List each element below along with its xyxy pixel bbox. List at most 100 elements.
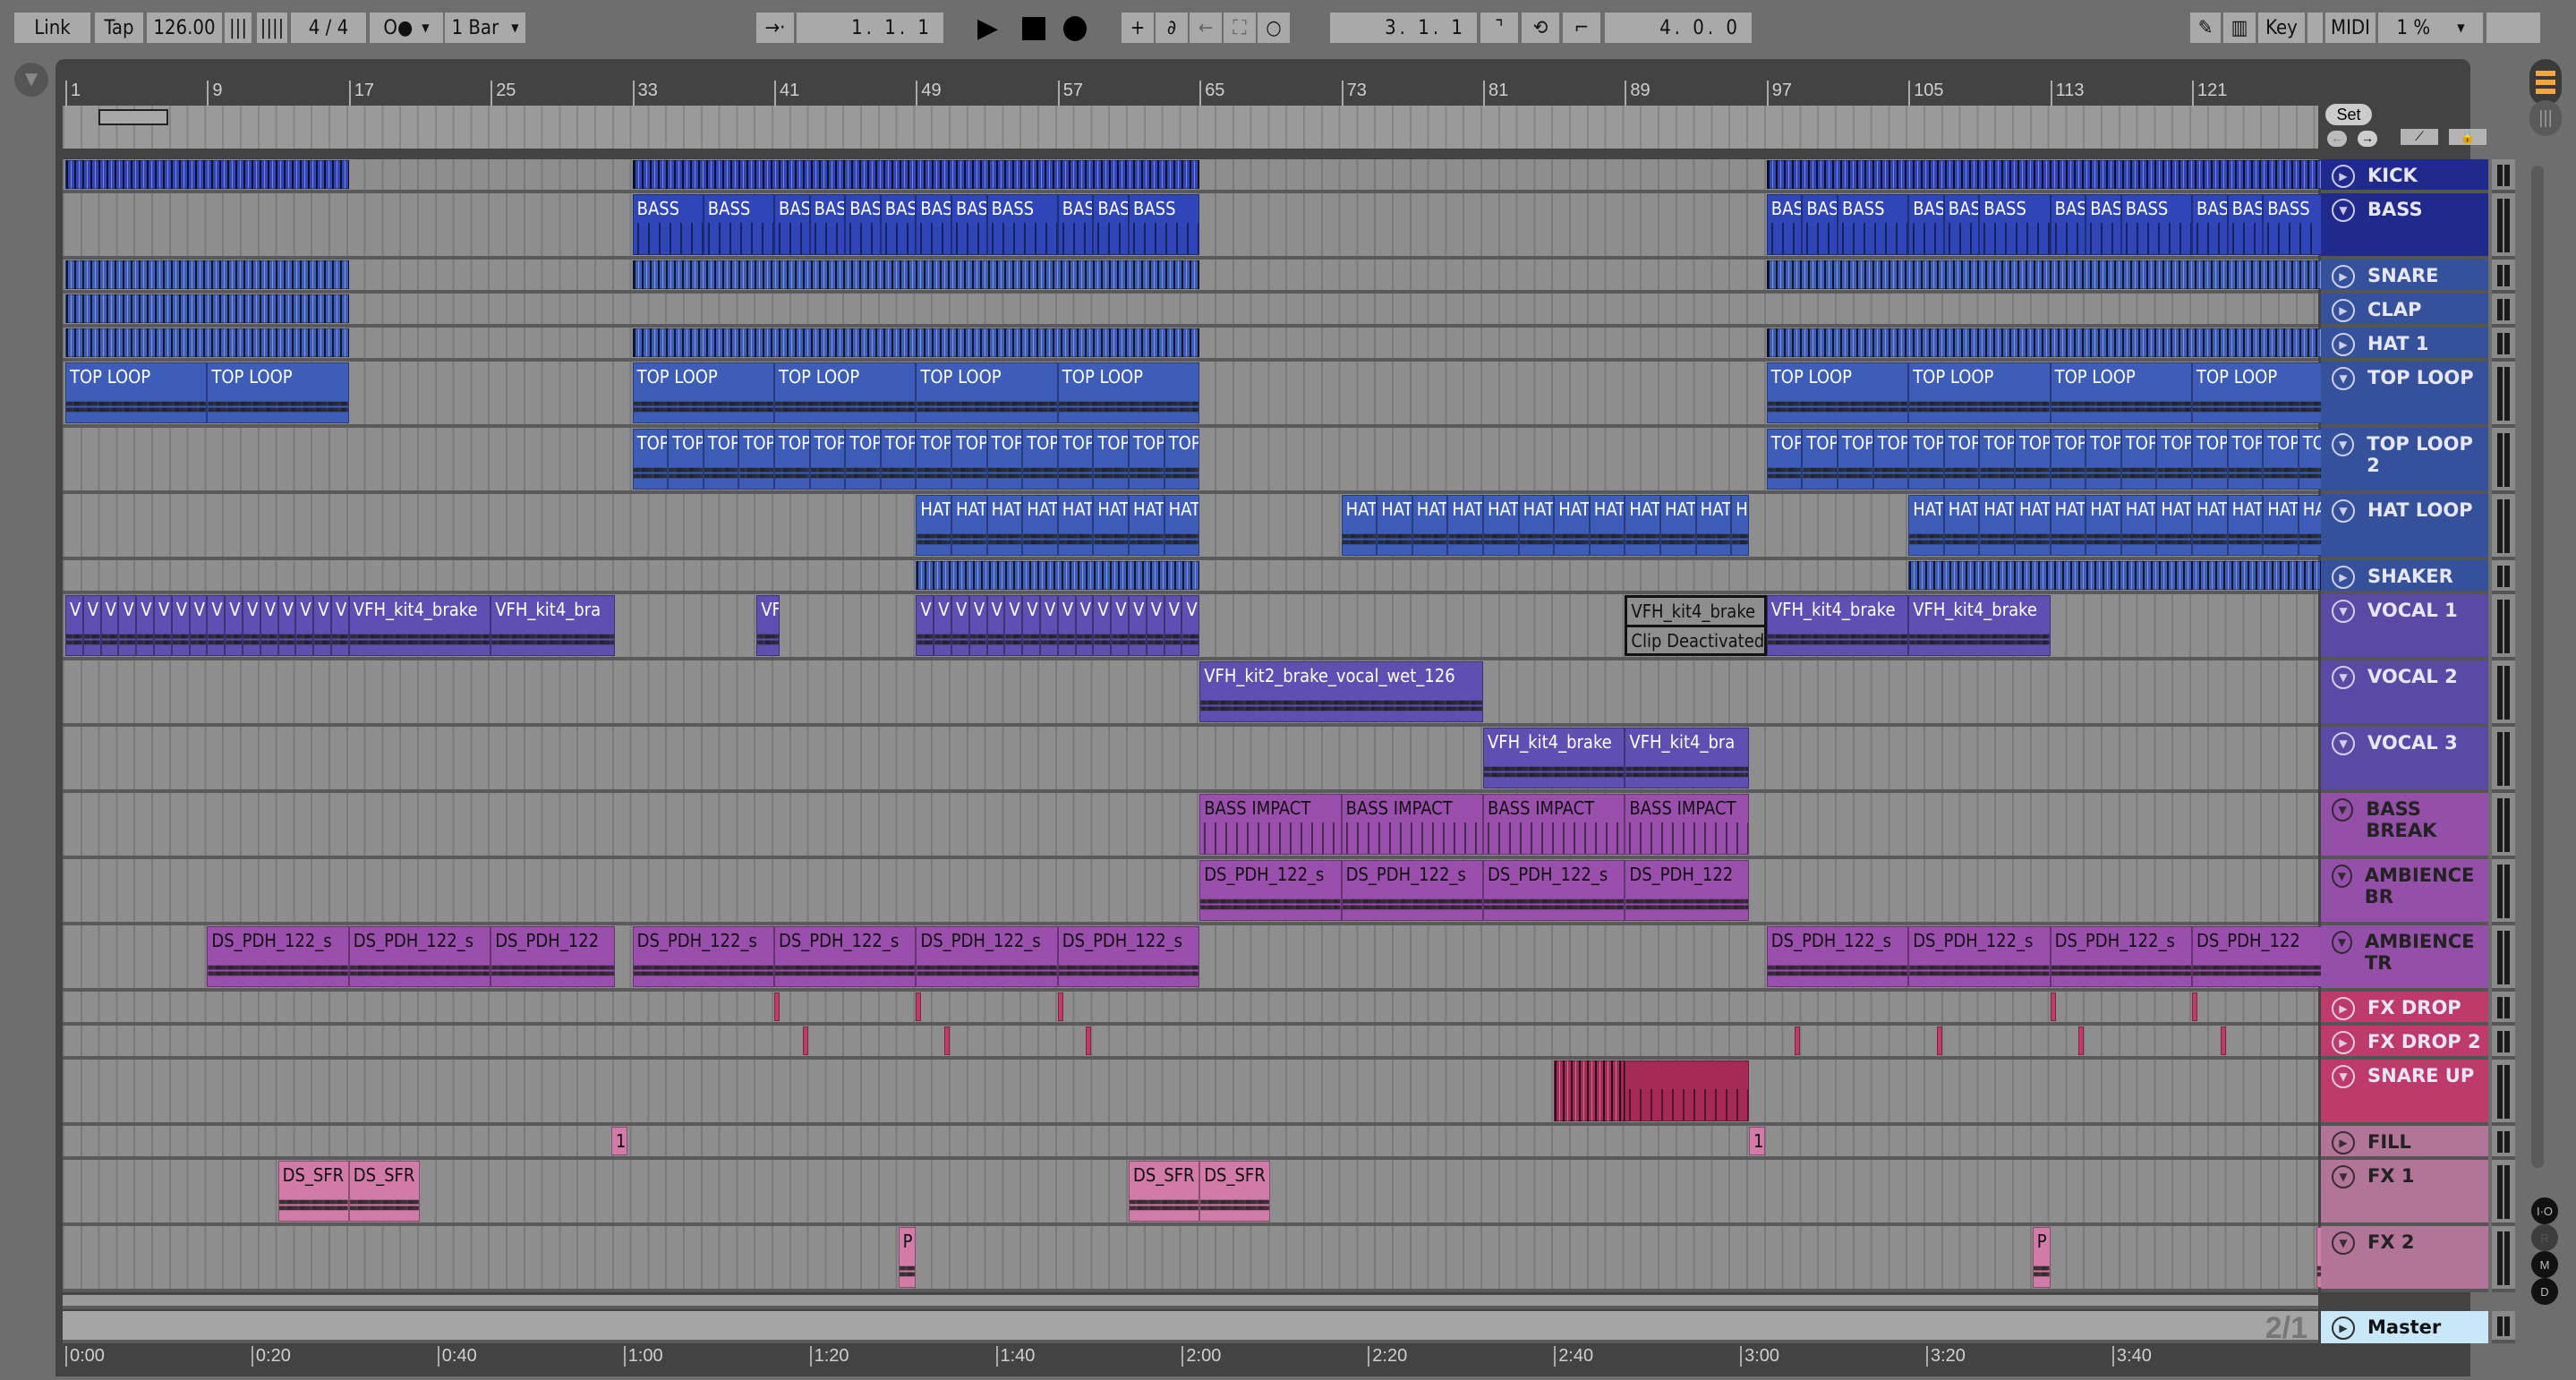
clip[interactable]: HAT bbox=[916, 495, 951, 556]
play-icon[interactable]: ▶ bbox=[2332, 333, 2355, 356]
track-header-ambience-br[interactable]: ▼ AMBIENCE BR bbox=[2321, 859, 2488, 925]
fold-triangle-icon[interactable]: ▼ bbox=[2332, 865, 2352, 888]
clip[interactable]: TOP bbox=[2192, 429, 2228, 490]
track-header-bass[interactable]: ▼ BASS bbox=[2321, 193, 2488, 260]
back-to-arrangement-button[interactable]: ← bbox=[1190, 13, 1222, 43]
fold-triangle-icon[interactable]: ▼ bbox=[2332, 798, 2354, 822]
time-ruler[interactable]: 0:00 0:20 0:40 1:00 1:20 1:40 2:00 2:20 2:40 3:00… bbox=[63, 1344, 2318, 1371]
clip[interactable]: TOP bbox=[668, 429, 704, 490]
play-icon[interactable]: ▶ bbox=[2332, 1031, 2355, 1054]
clip[interactable]: BASS IMPACT bbox=[1483, 794, 1625, 855]
clip[interactable] bbox=[1766, 328, 2334, 357]
clip[interactable] bbox=[65, 160, 349, 189]
clip[interactable]: V bbox=[1164, 595, 1182, 656]
clip[interactable] bbox=[802, 1026, 808, 1055]
clip[interactable]: HAT bbox=[1518, 495, 1555, 556]
clip[interactable]: TOP bbox=[1838, 429, 1873, 490]
clip[interactable] bbox=[1766, 260, 2334, 289]
clip[interactable]: V bbox=[277, 595, 296, 656]
clip[interactable]: TOP bbox=[1129, 429, 1164, 490]
clip[interactable]: BASS bbox=[703, 194, 774, 255]
clip[interactable]: TOP bbox=[986, 429, 1023, 490]
tap-tempo-button[interactable]: Tap bbox=[95, 13, 143, 43]
clip[interactable]: TOP bbox=[1022, 429, 1058, 490]
clip[interactable]: HAT bbox=[1483, 495, 1519, 556]
clip[interactable]: HAT bbox=[1447, 495, 1483, 556]
clip[interactable]: BASS IMPACT bbox=[1199, 794, 1342, 855]
clip[interactable]: BASS bbox=[1766, 194, 1803, 255]
track-header-top-loop-2[interactable]: ▼ TOP LOOP 2 bbox=[2321, 428, 2488, 494]
play-button[interactable]: ▶ bbox=[977, 13, 998, 43]
next-locator-button[interactable]: → bbox=[2358, 131, 2377, 147]
clip[interactable]: TOP bbox=[916, 429, 951, 490]
clip[interactable]: HAT bbox=[1341, 495, 1378, 556]
master-track-header[interactable]: ▶ Master bbox=[2321, 1311, 2488, 1343]
clip[interactable]: VF bbox=[756, 595, 780, 656]
clip[interactable]: BASS bbox=[2086, 194, 2121, 255]
clip[interactable] bbox=[632, 160, 1200, 189]
clip[interactable] bbox=[1554, 1061, 1625, 1121]
play-icon[interactable]: ▶ bbox=[2332, 265, 2355, 288]
clip[interactable]: BASS bbox=[845, 194, 881, 255]
clip[interactable]: HAT bbox=[986, 495, 1023, 556]
clip[interactable]: BASS bbox=[2227, 194, 2264, 255]
clip[interactable]: BASS IMPACT bbox=[1341, 794, 1483, 855]
clip[interactable] bbox=[632, 260, 1200, 289]
track-header-snare-up[interactable]: ▼ SNARE UP bbox=[2321, 1060, 2488, 1126]
clip[interactable]: HAT bbox=[1943, 495, 1980, 556]
clip[interactable]: BASS bbox=[1093, 194, 1129, 255]
clip[interactable]: V bbox=[118, 595, 137, 656]
clip[interactable]: HAT bbox=[2015, 495, 2051, 556]
clip[interactable]: V bbox=[1004, 595, 1023, 656]
clip[interactable]: 1 bbox=[610, 1127, 627, 1155]
clip[interactable]: TOP bbox=[2156, 429, 2192, 490]
clip[interactable]: V bbox=[1146, 595, 1164, 656]
toggle-returns-button[interactable]: R bbox=[2531, 1224, 2558, 1251]
clip[interactable]: V bbox=[1057, 595, 1076, 656]
clip[interactable] bbox=[1086, 1026, 1092, 1055]
punch-out-button[interactable]: ⌐ bbox=[1563, 13, 1600, 43]
clip[interactable]: BASS bbox=[2120, 194, 2192, 255]
clip[interactable]: HAT bbox=[1731, 495, 1749, 556]
clip[interactable]: DS_SFR bbox=[277, 1161, 349, 1222]
clip[interactable]: HAT bbox=[2050, 495, 2086, 556]
clip[interactable]: HAT bbox=[951, 495, 987, 556]
clip[interactable] bbox=[2050, 992, 2056, 1021]
fold-triangle-icon[interactable]: ▼ bbox=[2332, 732, 2355, 755]
clip[interactable]: V bbox=[916, 595, 934, 656]
midi-map-button[interactable]: MIDI bbox=[2325, 13, 2376, 43]
clip[interactable]: HAT bbox=[1164, 495, 1200, 556]
clip[interactable]: TOP bbox=[1057, 429, 1094, 490]
clip[interactable]: V bbox=[1111, 595, 1129, 656]
vertical-scrollbar[interactable] bbox=[2531, 166, 2544, 1168]
track-header-fx-drop[interactable]: ▶ FX DROP bbox=[2321, 992, 2488, 1026]
clip[interactable]: HAT bbox=[2120, 495, 2157, 556]
clip[interactable]: VFH_kit4_bra bbox=[490, 595, 615, 656]
clip[interactable]: DS_PDH_122_s bbox=[1766, 926, 1909, 987]
clip[interactable]: DS_PDH_122 bbox=[490, 926, 615, 987]
loop-length-field[interactable]: 4. 0. 0 bbox=[1605, 13, 1752, 43]
clip[interactable]: HAT bbox=[1979, 495, 2015, 556]
nudge-down-button[interactable]: ||| bbox=[225, 13, 252, 43]
clip[interactable]: BASS bbox=[1057, 194, 1094, 255]
track-header-kick[interactable]: ▶ KICK bbox=[2321, 159, 2488, 193]
fold-triangle-icon[interactable]: ▼ bbox=[2332, 931, 2352, 954]
tempo-field[interactable]: 126.00 bbox=[147, 13, 222, 43]
clip[interactable]: TOP bbox=[1802, 429, 1838, 490]
fold-triangle-icon[interactable]: ▼ bbox=[2332, 499, 2355, 523]
track-header-hat-1[interactable]: ▶ HAT 1 bbox=[2321, 328, 2488, 362]
clip[interactable]: V bbox=[313, 595, 331, 656]
clip[interactable] bbox=[1057, 992, 1063, 1021]
clip[interactable]: BASS IMPACT bbox=[1625, 794, 1749, 855]
clip[interactable]: V bbox=[1093, 595, 1112, 656]
deactivated-clip[interactable]: VFH_kit4_brake Clip Deactivated bbox=[1625, 595, 1767, 656]
clip[interactable]: BASS bbox=[1129, 194, 1200, 255]
track-header-vocal-2[interactable]: ▼ VOCAL 2 bbox=[2321, 660, 2488, 727]
overdub-button[interactable]: + bbox=[1122, 13, 1154, 43]
clip[interactable] bbox=[916, 992, 922, 1021]
clip[interactable]: VFH_kit2_brake_vocal_wet_126 bbox=[1199, 661, 1483, 722]
loop-brace[interactable] bbox=[98, 109, 168, 125]
clip[interactable]: TOP LOOP bbox=[1908, 362, 2051, 423]
clip[interactable]: HAT bbox=[1589, 495, 1625, 556]
clip[interactable]: BASS bbox=[986, 194, 1058, 255]
